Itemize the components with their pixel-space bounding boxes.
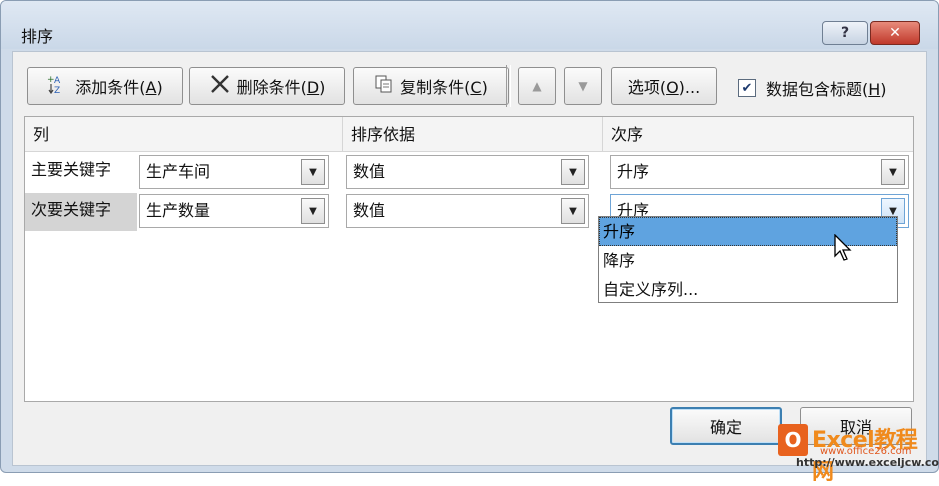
- chevron-down-icon[interactable]: ▼: [881, 159, 905, 185]
- column-select-primary[interactable]: 生产车间 ▼: [139, 155, 329, 189]
- sort-on-select-primary[interactable]: 数值 ▼: [346, 155, 589, 189]
- help-button[interactable]: ?: [822, 21, 868, 45]
- sort-on-select-secondary[interactable]: 数值 ▼: [346, 194, 589, 228]
- my-data-has-headers[interactable]: ✔ 数据包含标题(H): [738, 76, 887, 100]
- watermark-url-bottom: http://www.exceljcw.com: [796, 456, 939, 469]
- move-down-icon: ▼: [578, 79, 588, 93]
- delete-level-label: 删除条件(D): [236, 78, 326, 97]
- chevron-down-icon[interactable]: ▼: [561, 198, 585, 224]
- delete-level-button[interactable]: 删除条件(D): [189, 67, 345, 105]
- copy-level-button[interactable]: 复制条件(C): [353, 67, 509, 105]
- row-label-primary-key[interactable]: 主要关键字: [25, 153, 137, 191]
- add-level-label: 添加条件(A): [75, 78, 163, 97]
- chevron-down-icon[interactable]: ▼: [301, 159, 325, 185]
- options-label: 选项(O)...: [627, 78, 701, 97]
- options-button[interactable]: 选项(O)...: [611, 67, 717, 105]
- move-up-button[interactable]: ▲: [518, 67, 556, 105]
- headers-checkbox-label: 数据包含标题(H): [766, 80, 887, 99]
- column-select-value: 生产车间: [146, 162, 211, 181]
- column-select-secondary[interactable]: 生产数量 ▼: [139, 194, 329, 228]
- copy-icon: [374, 74, 394, 99]
- ok-button[interactable]: 确定: [670, 407, 782, 445]
- svg-text:Z: Z: [54, 86, 60, 95]
- chevron-down-icon[interactable]: ▼: [561, 159, 585, 185]
- column-select-value: 生产数量: [146, 201, 211, 220]
- headers-checkbox[interactable]: ✔: [738, 79, 756, 97]
- close-button[interactable]: ✕: [870, 21, 920, 45]
- mouse-pointer-icon: [834, 234, 852, 261]
- title-bar: 排序 ? ✕: [1, 1, 938, 49]
- sort-on-select-value: 数值: [353, 201, 386, 220]
- delete-x-icon: [209, 74, 231, 99]
- dropdown-option-custom-list[interactable]: 自定义序列...: [599, 275, 897, 304]
- toolbar-separator: [506, 65, 511, 107]
- column-header-column: 列: [25, 117, 343, 152]
- sort-dialog: 排序 ? ✕ + A Z 添加条件(A) 删除条件(D) 复制条件(C) ▲ ▼…: [0, 0, 939, 473]
- row-label-secondary-key[interactable]: 次要关键字: [25, 193, 137, 231]
- close-icon: ✕: [889, 25, 901, 41]
- move-up-icon: ▲: [532, 79, 542, 93]
- chevron-down-icon[interactable]: ▼: [301, 198, 325, 224]
- column-header-sort-on: 排序依据: [343, 117, 603, 152]
- move-down-button[interactable]: ▼: [564, 67, 602, 105]
- dialog-title: 排序: [21, 27, 54, 46]
- site-watermark: O Excel教程网 www.office26.com http://www.e…: [772, 418, 939, 485]
- order-select-primary[interactable]: 升序 ▼: [610, 155, 909, 189]
- office-logo-icon: O: [778, 424, 808, 456]
- add-level-button[interactable]: + A Z 添加条件(A): [27, 67, 183, 105]
- add-sort-level-icon: + A Z: [47, 73, 69, 100]
- copy-level-label: 复制条件(C): [400, 78, 488, 97]
- order-select-value: 升序: [617, 162, 650, 181]
- checkmark-icon: ✔: [741, 80, 753, 96]
- sort-on-select-value: 数值: [353, 162, 386, 181]
- column-header-order: 次序: [603, 117, 913, 152]
- svg-text:A: A: [54, 76, 61, 86]
- dialog-body: + A Z 添加条件(A) 删除条件(D) 复制条件(C) ▲ ▼ 选项(O).…: [12, 51, 927, 466]
- help-icon: ?: [840, 25, 850, 41]
